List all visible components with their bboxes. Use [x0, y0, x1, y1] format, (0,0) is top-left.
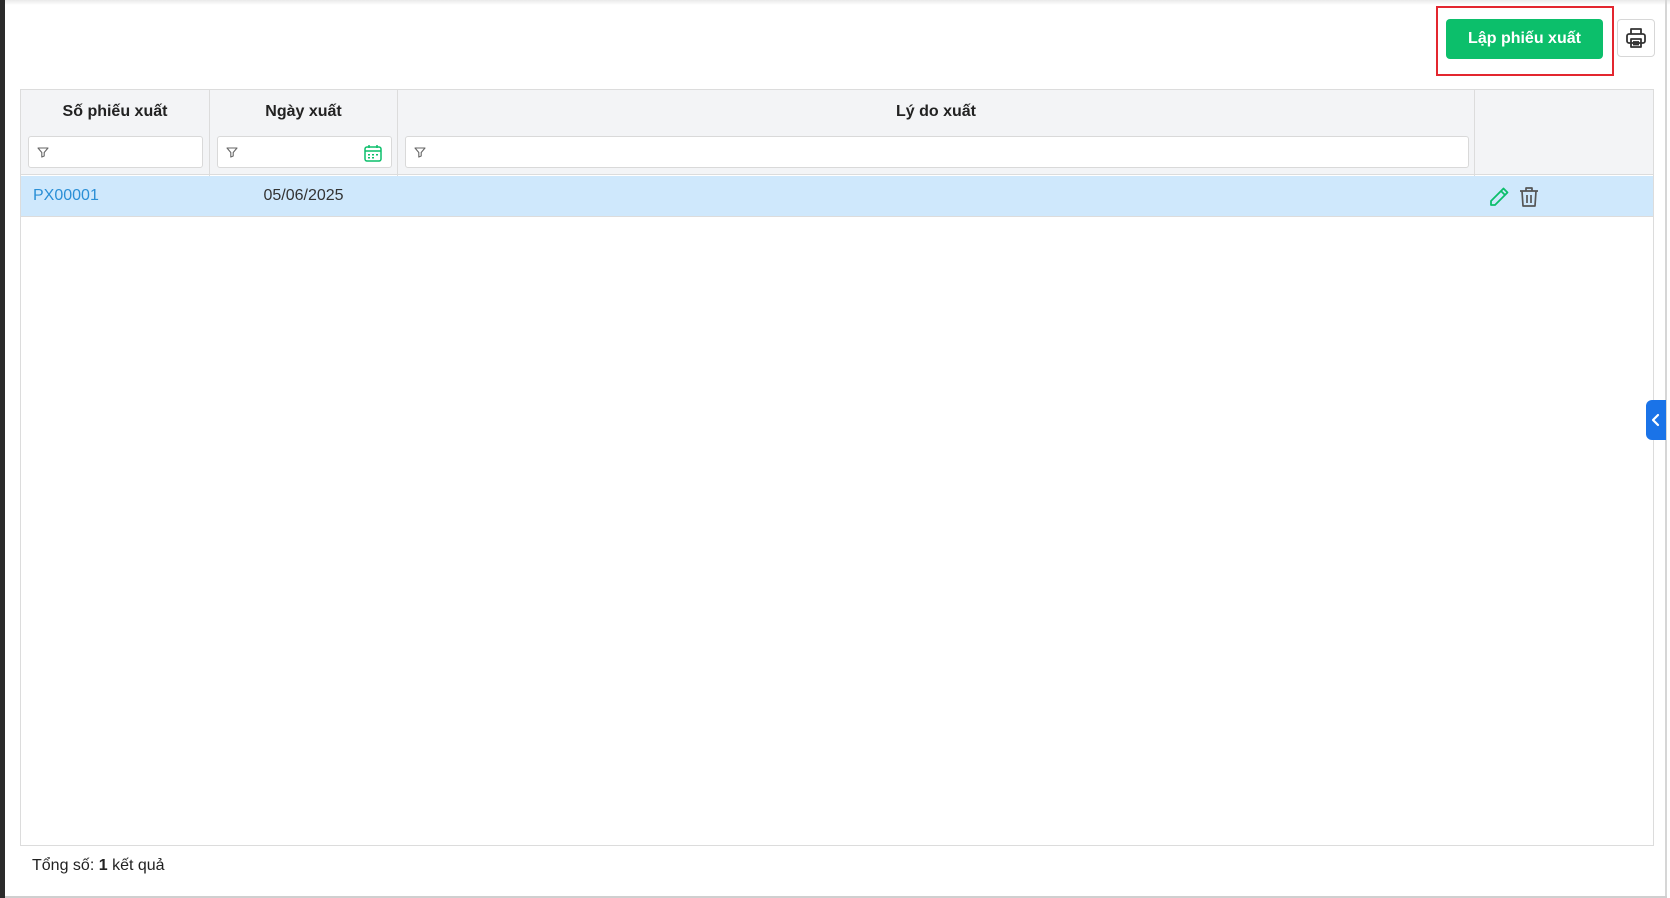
window-right-edge: [1665, 0, 1667, 898]
create-export-note-button[interactable]: Lập phiếu xuất: [1446, 19, 1603, 59]
filter-date[interactable]: [217, 136, 392, 168]
filter-funnel-icon: [37, 147, 49, 158]
edit-pencil-icon[interactable]: [1487, 185, 1511, 209]
filter-code[interactable]: [28, 136, 236, 168]
filter-reason-input[interactable]: [432, 139, 1462, 165]
table-header: Số phiếu xuất Ngày xuất Lý do xuất: [21, 90, 1653, 175]
delete-trash-icon[interactable]: [1517, 185, 1541, 209]
window-top-border: [5, 0, 1670, 5]
chevron-left-icon: [1651, 413, 1660, 427]
column-header-reason[interactable]: Lý do xuất: [398, 90, 1474, 134]
summary-prefix: Tổng số:: [32, 857, 95, 874]
export-notes-table: Số phiếu xuất Ngày xuất Lý do xuất PX000…: [20, 89, 1654, 846]
column-header-date[interactable]: Ngày xuất: [210, 90, 397, 134]
summary-count: 1: [98, 857, 108, 874]
filter-funnel-icon: [226, 147, 238, 158]
table-row[interactable]: PX00001 05/06/2025: [21, 176, 1653, 217]
printer-icon: [1626, 28, 1646, 48]
filter-reason[interactable]: [405, 136, 1469, 168]
export-note-link[interactable]: PX00001: [33, 187, 99, 205]
summary-suffix: kết quả: [112, 857, 165, 874]
cell-code: PX00001: [33, 176, 203, 216]
window-left-edge: [0, 0, 5, 898]
column-header-code[interactable]: Số phiếu xuất: [21, 90, 209, 134]
filter-date-input[interactable]: [244, 139, 354, 165]
side-panel-toggle[interactable]: [1646, 400, 1666, 440]
print-button[interactable]: [1617, 19, 1655, 57]
calendar-icon[interactable]: [363, 143, 383, 163]
result-summary: Tổng số: 1 kết quả: [32, 857, 165, 875]
cell-date: 05/06/2025: [263, 187, 344, 204]
column-header-actions: [1475, 90, 1653, 134]
filter-funnel-icon: [414, 147, 426, 158]
cell-reason: [410, 176, 1460, 216]
page: Lập phiếu xuất Số phiếu xuất Ngày xuất L…: [0, 0, 1670, 898]
